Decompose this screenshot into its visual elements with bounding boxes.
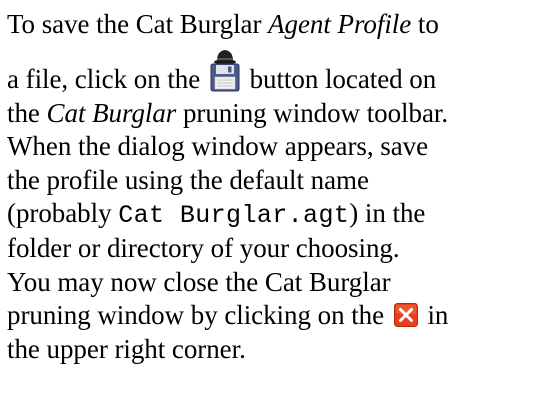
text-line-2: a file, click on the button located on	[7, 41, 542, 96]
filename-code: Cat Burglar.agt	[118, 201, 350, 231]
line-1-tail: to	[411, 9, 439, 39]
line-2-tail: button located on	[242, 64, 437, 95]
line-6-tail: ) in the	[349, 198, 426, 229]
text-line-9: pruning window by clicking on the in	[7, 299, 542, 332]
text-line-6: (probably Cat Burglar.agt) in the	[7, 197, 542, 232]
instructions-paragraph: To save the Cat Burglar Agent Profile to…	[7, 8, 542, 366]
text-line-4: When the dialog window appears, save	[7, 131, 429, 162]
document-body: To save the Cat Burglar Agent Profile to…	[0, 0, 542, 400]
line-9-tail: in	[420, 300, 449, 331]
text-line-1: To save the Cat Burglar Agent Profile to	[7, 8, 542, 41]
text-line-8: You may now close the Cat Burglar	[7, 266, 391, 297]
agent-profile-emphasis: Agent Profile	[268, 9, 412, 39]
cat-burglar-emphasis: Cat Burglar	[46, 97, 177, 128]
text-line-10: the upper right corner.	[7, 333, 246, 364]
line-9-text: pruning window by clicking on the	[7, 300, 391, 331]
cat-burglar-save-icon	[210, 50, 240, 92]
line-1-text: To save the Cat Burglar	[7, 9, 269, 39]
close-window-icon	[393, 303, 418, 328]
line-3-text: the	[7, 97, 47, 128]
line-6-text: (probably	[7, 198, 119, 229]
line-3-tail: pruning window toolbar.	[176, 97, 449, 128]
line-2-text: a file, click on the	[7, 64, 207, 95]
text-line-7: folder or directory of your choosing.	[7, 233, 400, 264]
text-line-3: the Cat Burglar pruning window toolbar.	[7, 97, 542, 130]
text-line-5: the profile using the default name	[7, 164, 369, 195]
